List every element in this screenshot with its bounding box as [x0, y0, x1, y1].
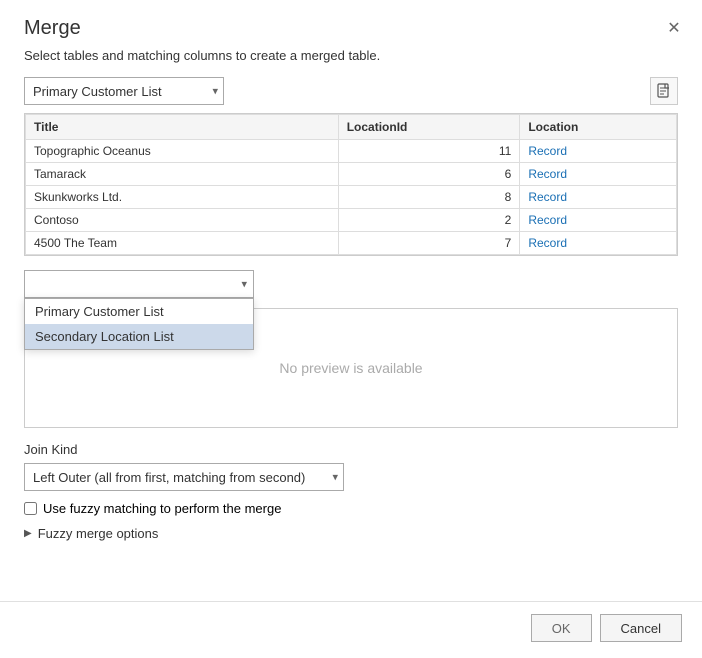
secondary-dropdown-list[interactable]: Primary Customer List Secondary Location…	[24, 298, 254, 350]
table-row[interactable]: Contoso 2 Record	[26, 209, 677, 232]
cell-locationid: 7	[338, 232, 520, 255]
dialog-footer: OK Cancel	[0, 601, 702, 658]
cell-locationid: 2	[338, 209, 520, 232]
cell-location[interactable]: Record	[520, 163, 677, 186]
join-kind-dropdown-wrapper[interactable]: Left Outer (all from first, matching fro…	[24, 463, 344, 491]
file-icon	[656, 83, 672, 99]
cell-locationid: 6	[338, 163, 520, 186]
cell-title: 4500 The Team	[26, 232, 339, 255]
cell-title: Tamarack	[26, 163, 339, 186]
cell-location[interactable]: Record	[520, 186, 677, 209]
join-kind-section: Join Kind Left Outer (all from first, ma…	[24, 442, 678, 491]
col-locationid: LocationId	[338, 115, 520, 140]
secondary-dropdown-container[interactable]: Primary Customer List Secondary Location…	[24, 270, 254, 298]
cancel-button[interactable]: Cancel	[600, 614, 682, 642]
table-header: Title LocationId Location	[26, 115, 677, 140]
cell-title: Topographic Oceanus	[26, 140, 339, 163]
merge-dialog: Merge ✕ Select tables and matching colum…	[0, 0, 702, 658]
table-row[interactable]: Tamarack 6 Record	[26, 163, 677, 186]
ok-button[interactable]: OK	[531, 614, 592, 642]
cell-title: Skunkworks Ltd.	[26, 186, 339, 209]
fuzzy-options-label: Fuzzy merge options	[38, 526, 159, 541]
subtitle: Select tables and matching columns to cr…	[24, 48, 678, 63]
join-kind-label: Join Kind	[24, 442, 678, 457]
expand-triangle-icon: ▶	[24, 528, 32, 539]
title-bar: Merge ✕	[0, 0, 702, 40]
table-row[interactable]: Topographic Oceanus 11 Record	[26, 140, 677, 163]
cell-locationid: 8	[338, 186, 520, 209]
cell-location[interactable]: Record	[520, 209, 677, 232]
fuzzy-options-row[interactable]: ▶ Fuzzy merge options	[24, 526, 678, 541]
dialog-title: Merge	[24, 17, 81, 40]
primary-table-dropdown[interactable]: Primary Customer List Secondary Location…	[24, 77, 224, 105]
table-preview-icon-button[interactable]	[650, 77, 678, 105]
cell-location[interactable]: Record	[520, 140, 677, 163]
primary-data-table: Title LocationId Location Topographic Oc…	[25, 114, 677, 255]
close-button[interactable]: ✕	[662, 16, 686, 40]
join-kind-dropdown[interactable]: Left Outer (all from first, matching fro…	[24, 463, 344, 491]
table-body: Topographic Oceanus 11 Record Tamarack 6…	[26, 140, 677, 255]
primary-dropdown-row: Primary Customer List Secondary Location…	[24, 77, 678, 105]
fuzzy-checkbox[interactable]	[24, 502, 37, 515]
secondary-option-secondary-location-list[interactable]: Secondary Location List	[25, 324, 253, 349]
cell-location[interactable]: Record	[520, 232, 677, 255]
secondary-section: Primary Customer List Secondary Location…	[24, 270, 678, 298]
col-title: Title	[26, 115, 339, 140]
primary-table-container: Title LocationId Location Topographic Oc…	[24, 113, 678, 256]
cell-title: Contoso	[26, 209, 339, 232]
secondary-option-primary-customer-list[interactable]: Primary Customer List	[25, 299, 253, 324]
dialog-body: Select tables and matching columns to cr…	[0, 40, 702, 601]
table-row[interactable]: Skunkworks Ltd. 8 Record	[26, 186, 677, 209]
preview-text: No preview is available	[279, 360, 422, 376]
fuzzy-checkbox-row[interactable]: Use fuzzy matching to perform the merge	[24, 501, 678, 516]
fuzzy-checkbox-label: Use fuzzy matching to perform the merge	[43, 501, 281, 516]
secondary-dropdown-display[interactable]	[24, 270, 254, 298]
col-location: Location	[520, 115, 677, 140]
primary-dropdown-wrapper[interactable]: Primary Customer List Secondary Location…	[24, 77, 224, 105]
table-row[interactable]: 4500 The Team 7 Record	[26, 232, 677, 255]
cell-locationid: 11	[338, 140, 520, 163]
